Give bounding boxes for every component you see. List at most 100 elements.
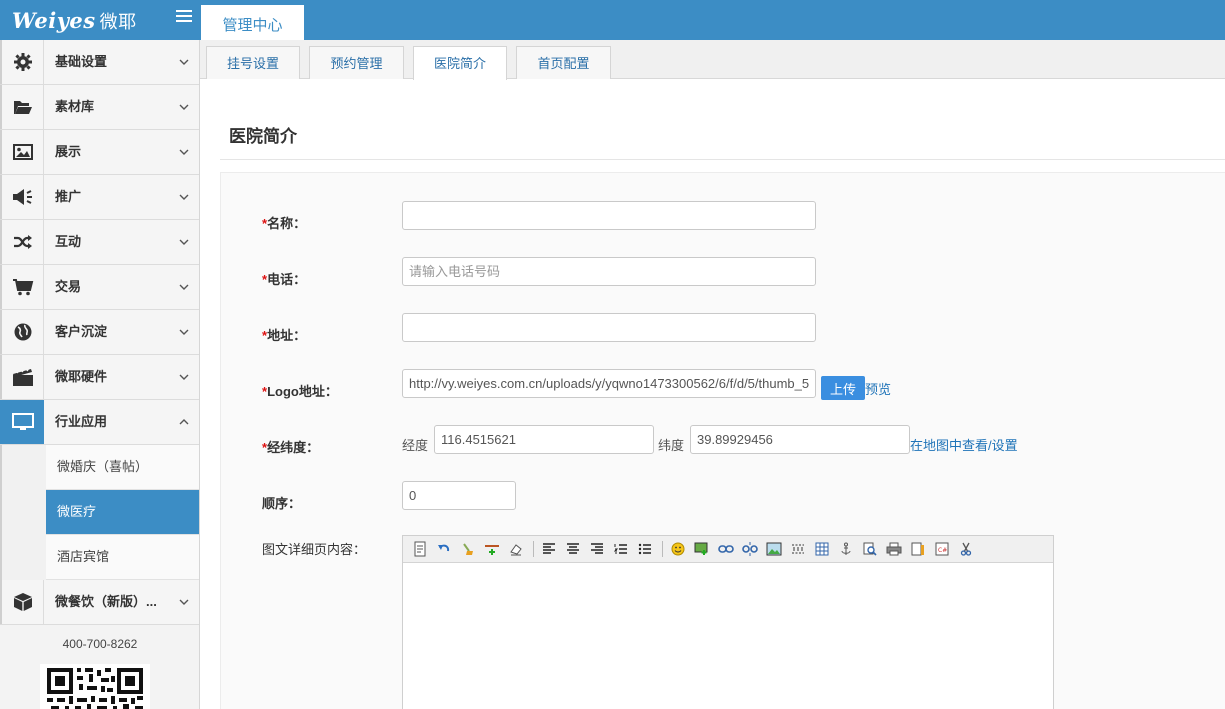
align-left-icon[interactable] bbox=[539, 539, 559, 559]
insert-image-icon[interactable] bbox=[692, 539, 712, 559]
chevron-down-icon bbox=[179, 374, 189, 380]
sidebar-subitem-label: 微医疗 bbox=[57, 504, 97, 519]
upload-button[interactable]: 上传 bbox=[821, 376, 865, 400]
hr-icon[interactable] bbox=[482, 539, 502, 559]
page-break-icon[interactable] bbox=[788, 539, 808, 559]
preview-link[interactable]: 预览 bbox=[865, 379, 891, 398]
megaphone-icon bbox=[0, 175, 44, 219]
top-bar: Weiyes 微耶 管理中心 bbox=[0, 0, 1225, 40]
sidebar-item-label: 交易 bbox=[55, 279, 82, 294]
sidebar-item-label: 客户沉淀 bbox=[55, 324, 108, 339]
unordered-list-icon[interactable] bbox=[635, 539, 655, 559]
sub-tabs: 挂号设置 预约管理 医院简介 首页配置 bbox=[200, 40, 1225, 80]
anchor-icon[interactable] bbox=[836, 539, 856, 559]
code-icon[interactable]: C# bbox=[932, 539, 952, 559]
image-icon[interactable] bbox=[764, 539, 784, 559]
qr-code-icon bbox=[40, 664, 150, 709]
order-input[interactable] bbox=[402, 481, 516, 510]
chevron-up-icon bbox=[179, 419, 189, 425]
phone-label: *电话： bbox=[262, 272, 307, 287]
chevron-down-icon bbox=[179, 599, 189, 605]
form-panel: *名称： *电话： *地址： *Logo地址： 上传 预览 *经纬度： 经度 纬… bbox=[220, 172, 1225, 709]
chevron-down-icon bbox=[179, 194, 189, 200]
tab-management-center[interactable]: 管理中心 bbox=[201, 5, 304, 40]
chevron-down-icon bbox=[179, 329, 189, 335]
globe-icon bbox=[0, 310, 44, 354]
chevron-down-icon bbox=[179, 104, 189, 110]
editor-toolbar: C# bbox=[403, 536, 1053, 563]
longitude-label: 经度 bbox=[402, 438, 429, 453]
tab-registration-settings[interactable]: 挂号设置 bbox=[206, 46, 300, 79]
logo-label: *Logo地址： bbox=[262, 384, 338, 399]
name-label: *名称： bbox=[262, 216, 307, 231]
sidebar-subitem-label: 微婚庆（喜帖） bbox=[57, 459, 149, 474]
cart-icon bbox=[0, 265, 44, 309]
page-title: 医院简介 bbox=[229, 127, 297, 146]
tab-appointment-management[interactable]: 预约管理 bbox=[309, 46, 404, 79]
latitude-input[interactable] bbox=[690, 425, 910, 454]
phone-input[interactable] bbox=[402, 257, 816, 286]
monitor-icon bbox=[0, 400, 44, 444]
latitude-label: 纬度 bbox=[658, 438, 685, 453]
sidebar-item-interaction[interactable]: 互动 bbox=[0, 220, 199, 265]
sidebar-item-basic-settings[interactable]: 基础设置 bbox=[0, 40, 199, 85]
image-icon bbox=[0, 130, 44, 174]
map-view-link[interactable]: 在地图中查看/设置 bbox=[910, 435, 1018, 454]
sidebar-item-display[interactable]: 展示 bbox=[0, 130, 199, 175]
sidebar-item-promotion[interactable]: 推广 bbox=[0, 175, 199, 220]
folder-open-icon bbox=[0, 85, 44, 129]
sidebar-subitem-hotel[interactable]: 酒店宾馆 bbox=[46, 535, 199, 580]
logo-text: Weiyes bbox=[12, 8, 96, 33]
sidebar-item-industry-apps[interactable]: 行业应用 bbox=[0, 400, 199, 445]
search-replace-icon[interactable] bbox=[860, 539, 880, 559]
unlink-icon[interactable] bbox=[740, 539, 760, 559]
brand-logo[interactable]: Weiyes 微耶 bbox=[12, 8, 137, 34]
tab-homepage-config[interactable]: 首页配置 bbox=[516, 46, 611, 79]
undo-icon[interactable] bbox=[434, 539, 454, 559]
clapperboard-icon bbox=[0, 355, 44, 399]
logo-url-input[interactable] bbox=[402, 369, 816, 398]
tab-hospital-intro[interactable]: 医院简介 bbox=[413, 46, 507, 80]
sidebar-item-customer[interactable]: 客户沉淀 bbox=[0, 310, 199, 355]
align-right-icon[interactable] bbox=[587, 539, 607, 559]
editor-body[interactable] bbox=[403, 563, 1053, 709]
sidebar-item-catering[interactable]: 微餐饮（新版）... bbox=[0, 580, 199, 625]
logo-cn: 微耶 bbox=[99, 12, 137, 33]
address-input[interactable] bbox=[402, 313, 816, 342]
menu-toggle-icon[interactable] bbox=[176, 10, 192, 26]
sidebar-subitem-wedding[interactable]: 微婚庆（喜帖） bbox=[46, 445, 199, 490]
rich-text-editor: C# bbox=[402, 535, 1054, 709]
chevron-down-icon bbox=[179, 284, 189, 290]
sidebar-item-hardware[interactable]: 微耶硬件 bbox=[0, 355, 199, 400]
longitude-input[interactable] bbox=[434, 425, 654, 454]
gear-icon bbox=[0, 40, 44, 84]
chevron-down-icon bbox=[179, 149, 189, 155]
table-icon[interactable] bbox=[812, 539, 832, 559]
link-icon[interactable] bbox=[716, 539, 736, 559]
source-icon[interactable] bbox=[410, 539, 430, 559]
align-center-icon[interactable] bbox=[563, 539, 583, 559]
sidebar: 基础设置 素材库 展示 推广 互动 交易 客户沉淀 微耶硬件 行业应用 微婚庆（… bbox=[0, 40, 200, 709]
sidebar-item-label: 基础设置 bbox=[55, 54, 108, 69]
name-input[interactable] bbox=[402, 201, 816, 230]
cube-icon bbox=[0, 580, 44, 624]
sidebar-item-label: 推广 bbox=[55, 189, 82, 204]
cut-icon[interactable] bbox=[956, 539, 976, 559]
sidebar-item-trade[interactable]: 交易 bbox=[0, 265, 199, 310]
sidebar-item-material-library[interactable]: 素材库 bbox=[0, 85, 199, 130]
shuffle-icon bbox=[0, 220, 44, 264]
clear-format-icon[interactable] bbox=[458, 539, 478, 559]
emoticon-icon[interactable] bbox=[668, 539, 688, 559]
chevron-down-icon bbox=[179, 239, 189, 245]
preview-icon[interactable] bbox=[908, 539, 928, 559]
sidebar-item-label: 素材库 bbox=[55, 99, 95, 114]
coords-label: *经纬度： bbox=[262, 440, 320, 455]
eraser-icon[interactable] bbox=[506, 539, 526, 559]
svg-text:C#: C# bbox=[938, 547, 947, 554]
sidebar-subitem-medical[interactable]: 微医疗 bbox=[46, 490, 199, 535]
sidebar-submenu: 微婚庆（喜帖） 微医疗 酒店宾馆 bbox=[0, 445, 199, 580]
ordered-list-icon[interactable] bbox=[611, 539, 631, 559]
chevron-down-icon bbox=[179, 59, 189, 65]
sidebar-item-label: 微耶硬件 bbox=[55, 369, 108, 384]
print-icon[interactable] bbox=[884, 539, 904, 559]
